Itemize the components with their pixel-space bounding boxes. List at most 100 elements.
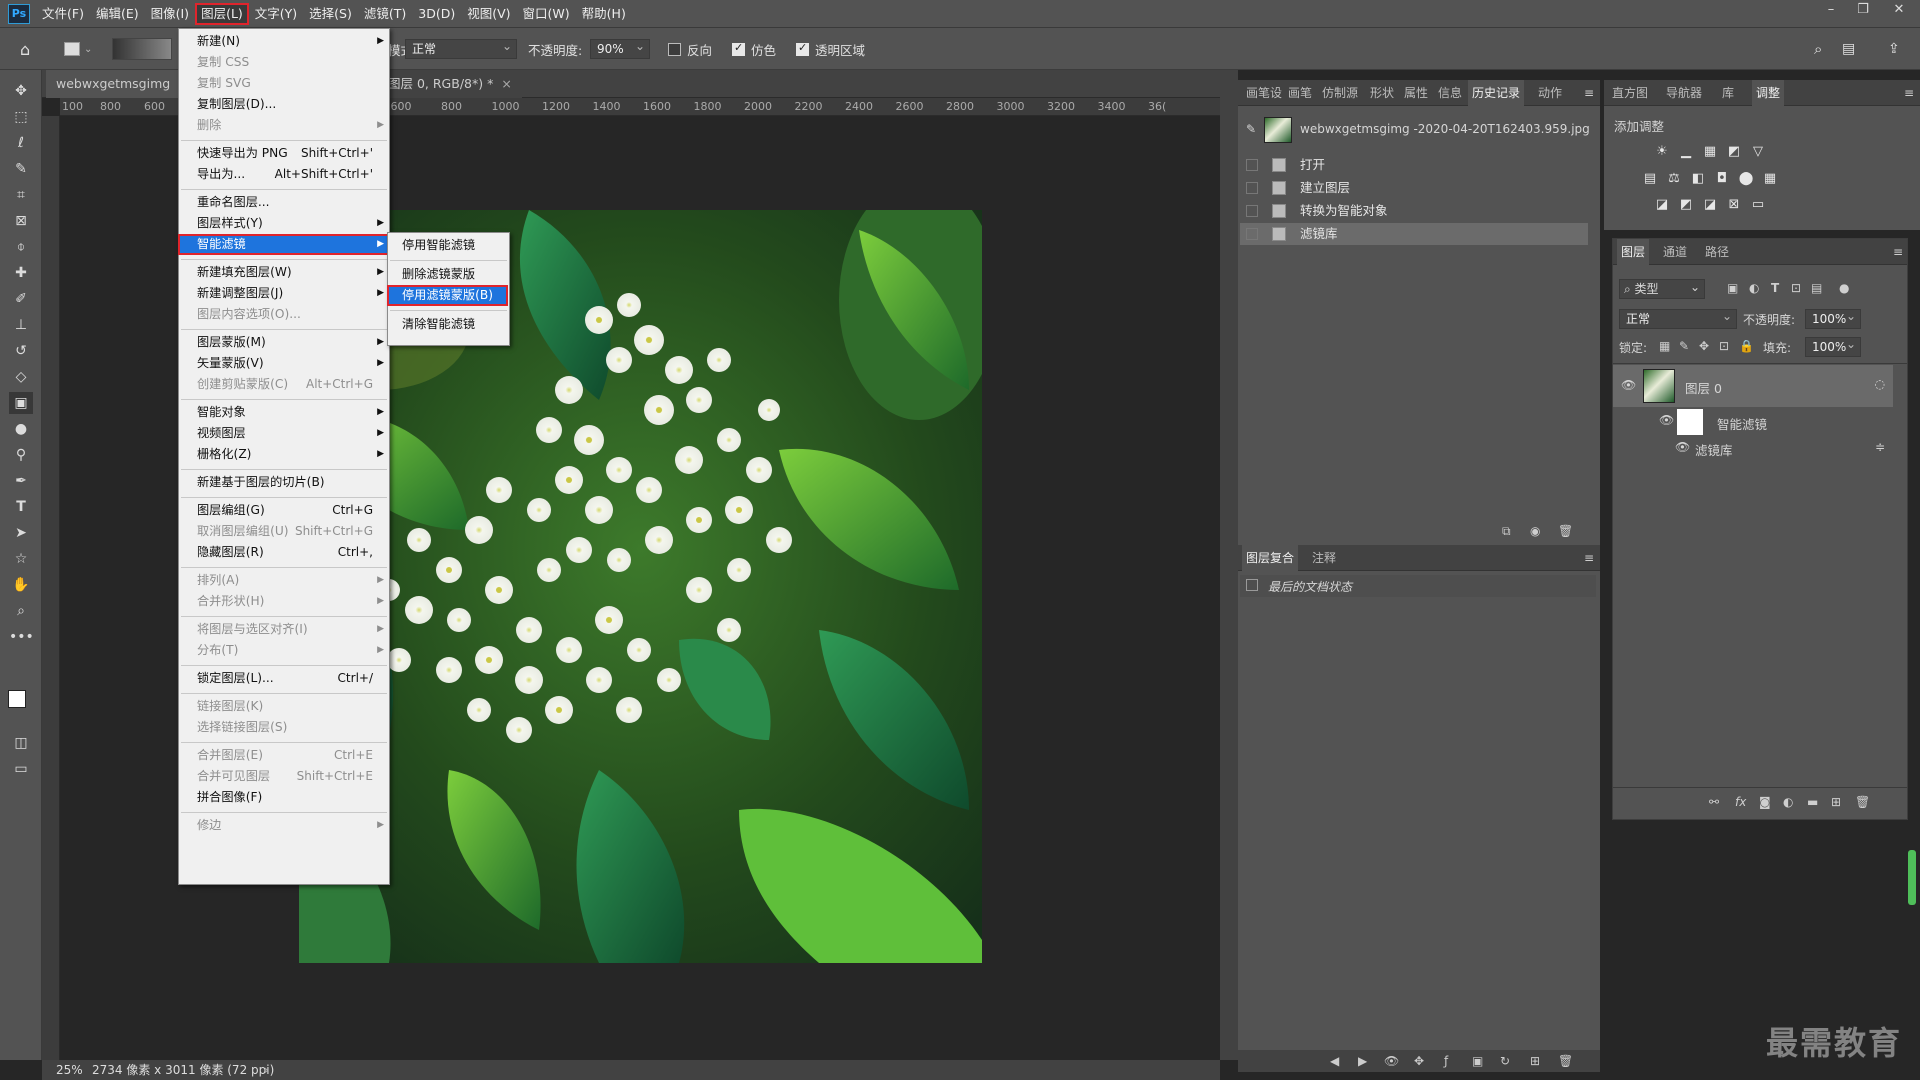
- menu-7[interactable]: 3D(D): [412, 3, 461, 25]
- filter-toggle-icon[interactable]: ●: [1839, 281, 1849, 295]
- layer-menu-item[interactable]: 矢量蒙版(V) ▶: [179, 354, 389, 373]
- dither-check-icon[interactable]: [732, 41, 745, 56]
- layer-menu-item[interactable]: 复制图层(D)...: [179, 95, 389, 114]
- menu-6[interactable]: 滤镜(T): [358, 3, 412, 25]
- comp-row[interactable]: 最后的文档状态: [1240, 575, 1596, 597]
- history-step[interactable]: 建立图层: [1240, 177, 1588, 199]
- panel-tab[interactable]: 直方图: [1608, 80, 1652, 106]
- layer-opacity-input[interactable]: 100%: [1805, 307, 1861, 329]
- delete-state-icon[interactable]: 🗑: [1558, 524, 1573, 538]
- fill-value[interactable]: 100%: [1805, 335, 1861, 357]
- doc-tab-1[interactable]: webwxgetmsgimg - 2: [46, 70, 186, 98]
- menu-0[interactable]: 文件(F): [36, 3, 90, 25]
- scrollbar-thumb[interactable]: [1908, 850, 1916, 905]
- history-snapshot[interactable]: ✎ webwxgetmsgimg -2020-04-20T162403.959.…: [1240, 116, 1596, 144]
- selective-color-icon[interactable]: ⊠: [1726, 198, 1742, 212]
- home-icon[interactable]: ⌂: [20, 28, 30, 70]
- history-source-checkbox[interactable]: [1246, 182, 1258, 194]
- history-source-checkbox[interactable]: [1246, 159, 1258, 171]
- black-white-icon[interactable]: ◧: [1690, 172, 1706, 186]
- layer-menu-item[interactable]: 智能对象 ▶: [179, 403, 389, 422]
- fx-comp-icon[interactable]: ƒ: [1444, 1054, 1448, 1068]
- style-comp-icon[interactable]: ▣: [1472, 1054, 1483, 1068]
- smart-filters-eye-icon[interactable]: 👁: [1659, 413, 1674, 427]
- panel-tab[interactable]: 导航器: [1662, 80, 1706, 106]
- history-brush-tool-icon[interactable]: ↺: [9, 340, 33, 362]
- brush-tool-icon[interactable]: ✐: [9, 288, 33, 310]
- panel-tab[interactable]: 通道: [1659, 239, 1691, 265]
- color-lookup-icon[interactable]: ▦: [1762, 172, 1778, 186]
- layer-menu-item[interactable]: 新建基于图层的切片(B): [179, 473, 389, 492]
- workspace-icon[interactable]: ▤: [1842, 28, 1855, 70]
- layer-menu-item[interactable]: 快速导出为 PNG Shift+Ctrl+': [179, 144, 389, 163]
- add-mask-icon[interactable]: ◙: [1759, 795, 1771, 809]
- doc-tab-2[interactable]: 图层 0, RGB/8*) * ×: [378, 70, 522, 98]
- opacity-value[interactable]: 90%: [590, 37, 650, 59]
- mode-select[interactable]: 正常: [405, 28, 517, 70]
- healing-tool-icon[interactable]: ✚: [9, 262, 33, 284]
- panel-tab[interactable]: 图层: [1617, 239, 1650, 265]
- panel-tab[interactable]: 仿制源: [1318, 80, 1362, 106]
- history-source-checkbox[interactable]: [1246, 228, 1258, 240]
- opacity-input[interactable]: 90%: [590, 28, 650, 70]
- stamp-tool-icon[interactable]: ⊥: [9, 314, 33, 336]
- foreground-color-swatch[interactable]: [8, 690, 26, 708]
- blend-mode-value[interactable]: 正常: [1619, 307, 1737, 329]
- snapshot-camera-icon[interactable]: ◉: [1530, 524, 1540, 538]
- menu-2[interactable]: 图像(I): [145, 3, 195, 25]
- panel-tab[interactable]: 库: [1718, 80, 1738, 106]
- reverse-checkbox[interactable]: 反向: [668, 28, 712, 70]
- shape-tool-icon[interactable]: ☆: [9, 548, 33, 570]
- smart-filters-row[interactable]: 👁 智能滤镜: [1613, 407, 1893, 435]
- menu-9[interactable]: 窗口(W): [517, 3, 576, 25]
- menu-5[interactable]: 选择(S): [303, 3, 358, 25]
- panel-tab[interactable]: 形状: [1366, 80, 1398, 106]
- gradient-tool-icon[interactable]: ▣: [9, 392, 33, 414]
- layer-menu-item[interactable]: 图层样式(Y) ▶: [179, 214, 389, 233]
- filter-adjust-icon[interactable]: ◐: [1749, 281, 1759, 295]
- transparency-checkbox[interactable]: 透明区域: [796, 28, 865, 70]
- panel-tab[interactable]: 图层复合: [1242, 545, 1299, 571]
- photo-filter-icon[interactable]: ◘: [1714, 172, 1730, 186]
- curves-icon[interactable]: ▦: [1702, 145, 1718, 159]
- panel-tab[interactable]: 注释: [1308, 545, 1340, 571]
- filter-options-icon[interactable]: ≑: [1875, 440, 1885, 454]
- layer-menu-item[interactable]: 隐藏图层(R) Ctrl+,: [179, 543, 389, 562]
- layer-menu-item[interactable]: 视频图层 ▶: [179, 424, 389, 443]
- layers-panel-menu-icon[interactable]: ≡: [1893, 245, 1903, 259]
- new-adjustment-icon[interactable]: ◐: [1783, 795, 1793, 809]
- type-tool-icon[interactable]: T: [9, 496, 33, 518]
- layer-menu-item[interactable]: 新建调整图层(J) ▶: [179, 284, 389, 303]
- new-group-icon[interactable]: ▬: [1807, 795, 1818, 809]
- lasso-tool-icon[interactable]: ℓ: [9, 132, 33, 154]
- new-document-from-state-icon[interactable]: ⧉: [1502, 524, 1511, 539]
- lock-position-icon[interactable]: ✥: [1699, 339, 1709, 353]
- filter-smart-icon[interactable]: ▤: [1811, 281, 1822, 295]
- eyedropper-tool-icon[interactable]: ⌽: [9, 236, 33, 258]
- update-comp-icon[interactable]: ↻: [1500, 1054, 1510, 1068]
- panel-tab[interactable]: 信息: [1434, 80, 1466, 106]
- layer-row-layer0[interactable]: 👁 图层 0 ◌: [1613, 365, 1893, 407]
- eraser-tool-icon[interactable]: ◇: [9, 366, 33, 388]
- layer-menu-item[interactable]: 拼合图像(F): [179, 788, 389, 807]
- history-source-checkbox[interactable]: [1246, 205, 1258, 217]
- adjust-panel-menu-icon[interactable]: ≡: [1904, 86, 1914, 100]
- blend-mode-select[interactable]: 正常: [1619, 307, 1737, 329]
- smart-filter-submenu-item[interactable]: 停用智能滤镜: [388, 236, 507, 255]
- history-step[interactable]: 转换为智能对象: [1240, 200, 1588, 222]
- close-tab-icon[interactable]: ×: [501, 76, 511, 91]
- filter-type-icon[interactable]: T: [1771, 281, 1779, 295]
- gradient-preset-picker[interactable]: ⌄: [64, 28, 92, 70]
- smart-filter-submenu-item[interactable]: 停用滤镜蒙版(B): [387, 285, 508, 306]
- hue-saturation-icon[interactable]: ▤: [1642, 172, 1658, 186]
- panel-tab[interactable]: 属性: [1400, 80, 1432, 106]
- levels-icon[interactable]: ▁: [1678, 145, 1694, 159]
- frame-tool-icon[interactable]: ⊠: [9, 210, 33, 232]
- fx-icon[interactable]: fx: [1735, 795, 1746, 809]
- close-button[interactable]: ✕: [1886, 0, 1912, 22]
- invert-icon[interactable]: ◪: [1654, 198, 1670, 212]
- threshold-icon[interactable]: ◪: [1702, 198, 1718, 212]
- filter-shape-icon[interactable]: ⊡: [1791, 281, 1801, 295]
- filter-pixel-icon[interactable]: ▣: [1727, 281, 1738, 295]
- search-icon[interactable]: ⌕: [1814, 28, 1822, 70]
